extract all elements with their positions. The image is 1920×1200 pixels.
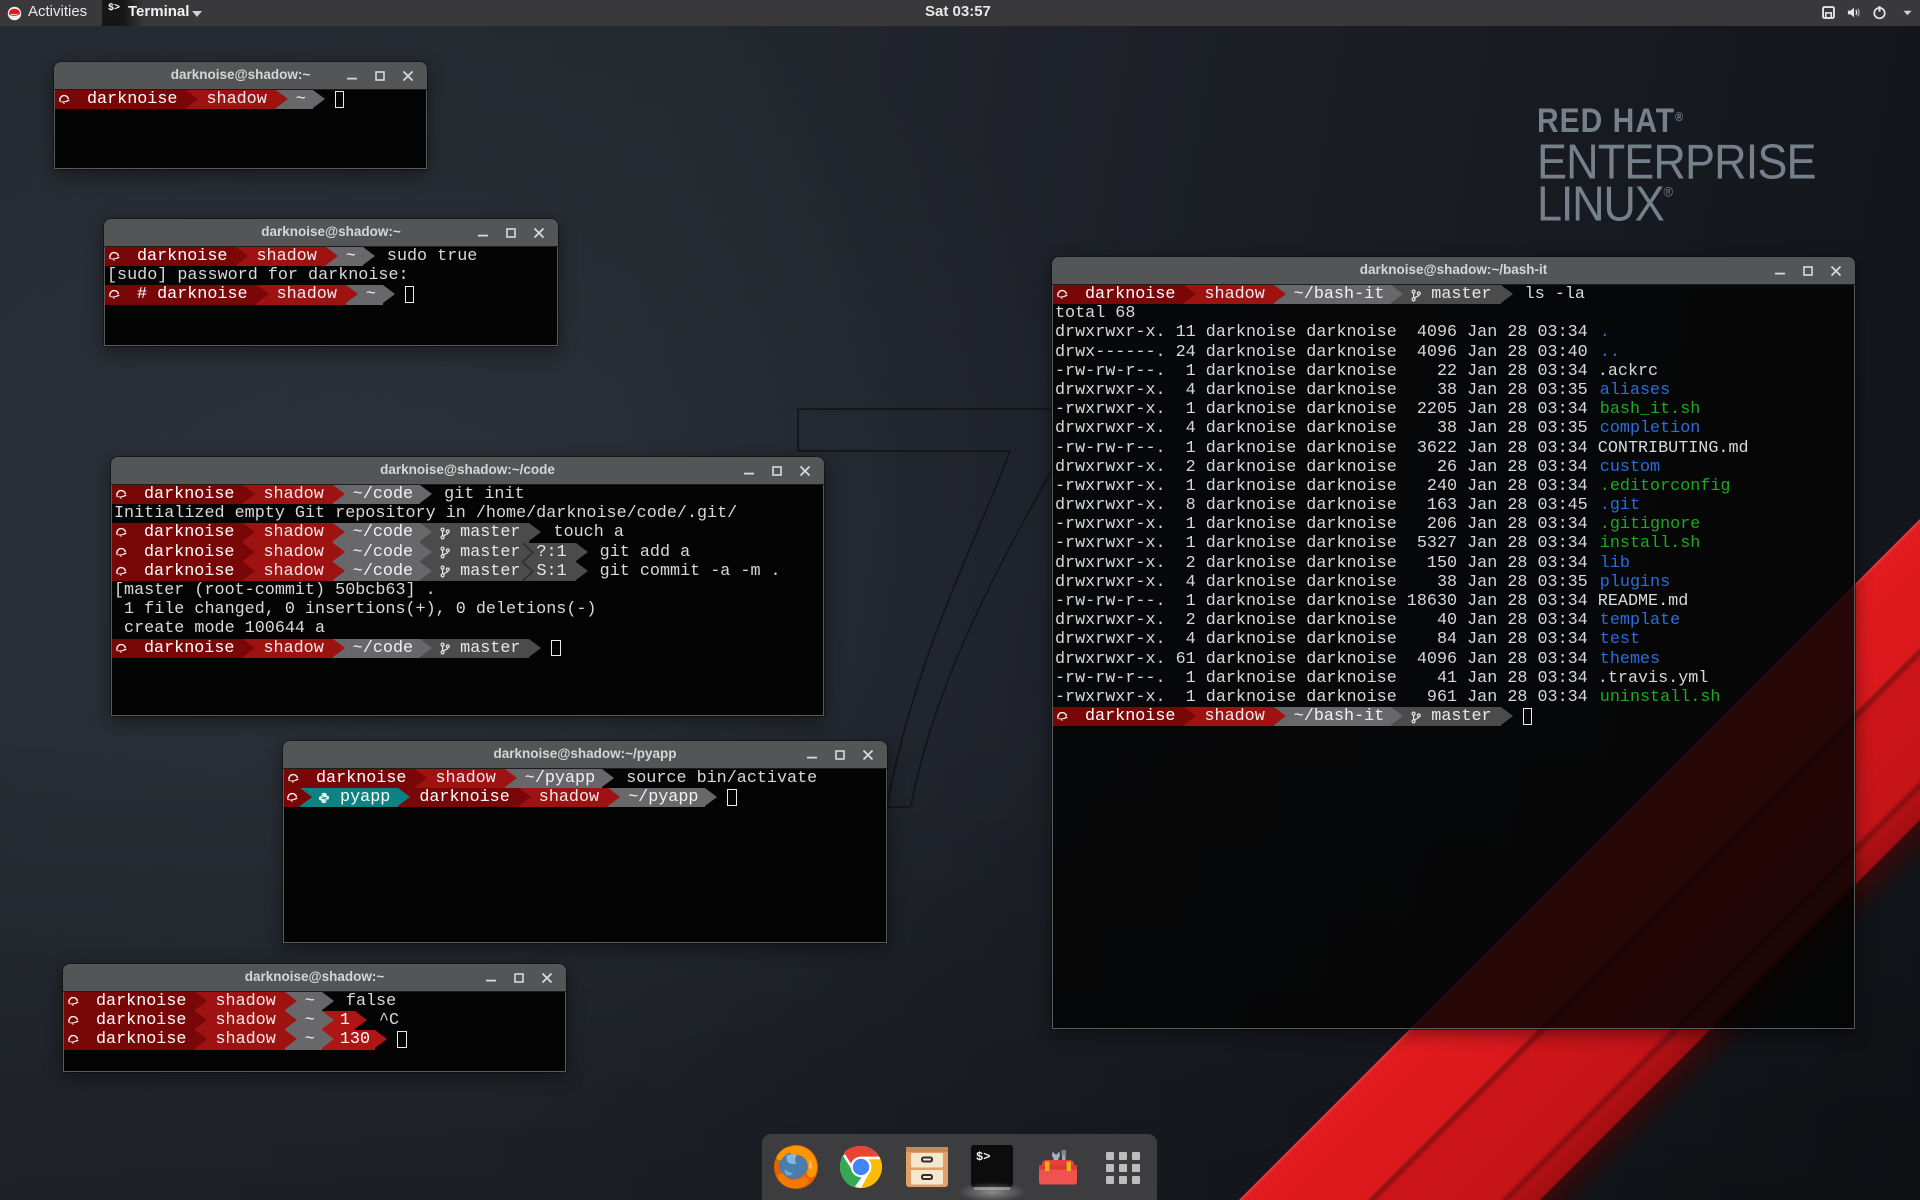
svg-text:$>: $> xyxy=(976,1150,990,1164)
